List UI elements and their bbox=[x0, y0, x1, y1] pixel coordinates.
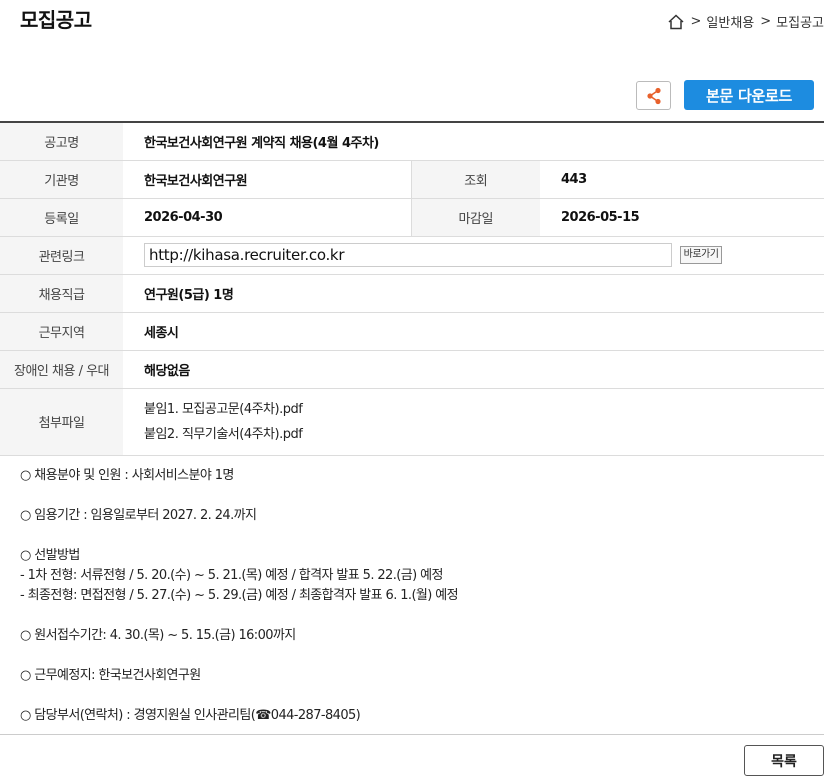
org-value: 한국보건사회연구원 bbox=[123, 160, 411, 199]
deadline-label: 마감일 bbox=[410, 198, 540, 237]
list-button[interactable]: 목록 bbox=[744, 745, 824, 776]
deadline-value: 2026-05-15 bbox=[540, 198, 824, 237]
disability-label: 장애인 채용 / 우대 bbox=[0, 350, 123, 389]
table-row: 등록일 2026-04-30 마감일 2026-05-15 bbox=[0, 198, 824, 237]
reg-date-value: 2026-04-30 bbox=[123, 198, 411, 237]
breadcrumb: > 일반채용 > 모집공고 bbox=[667, 12, 824, 31]
notice-body: ○ 채용분야 및 인원 : 사회서비스분야 1명 ○ 임용기간 : 임용일로부터… bbox=[20, 466, 459, 726]
body-line bbox=[20, 526, 458, 546]
body-line: - 최종전형: 면접전형 / 5. 27.(수) ~ 5. 29.(금) 예정 … bbox=[20, 588, 459, 603]
body-line bbox=[20, 486, 458, 506]
position-label: 채용직급 bbox=[0, 274, 123, 313]
title-label: 공고명 bbox=[0, 122, 123, 161]
body-line: ○ 원서접수기간: 4. 30.(목) ~ 5. 15.(금) 16:00까지 bbox=[20, 628, 296, 643]
disability-value: 해당없음 bbox=[123, 350, 824, 389]
breadcrumb-separator: > bbox=[760, 14, 772, 29]
share-button[interactable] bbox=[636, 81, 671, 110]
body-line: - 1차 전형: 서류전형 / 5. 20.(수) ~ 5. 21.(목) 예정… bbox=[20, 568, 443, 583]
reg-date-label: 등록일 bbox=[0, 198, 123, 237]
attachments-label: 첨부파일 bbox=[0, 388, 123, 456]
body-line bbox=[20, 646, 458, 666]
table-row: 관련링크 바로가기 bbox=[0, 236, 824, 275]
breadcrumb-item-general-recruit[interactable]: 일반채용 bbox=[706, 12, 754, 31]
views-label: 조회 bbox=[410, 160, 540, 199]
table-row: 기관명 한국보건사회연구원 조회 443 bbox=[0, 160, 824, 199]
body-line: ○ 근무예정지: 한국보건사회연구원 bbox=[20, 668, 201, 683]
region-value: 세종시 bbox=[123, 312, 824, 351]
body-line: ○ 선발방법 bbox=[20, 548, 80, 563]
divider bbox=[0, 734, 824, 735]
home-icon[interactable] bbox=[667, 13, 685, 31]
link-cell: 바로가기 bbox=[123, 236, 824, 275]
position-value: 연구원(5급) 1명 bbox=[123, 274, 824, 313]
breadcrumb-item-notice[interactable]: 모집공고 bbox=[776, 12, 824, 31]
region-label: 근무지역 bbox=[0, 312, 123, 351]
attachment-link[interactable]: 붙임1. 모집공고문(4주차).pdf bbox=[144, 397, 824, 422]
body-line: ○ 담당부서(연락처) : 경영지원실 인사관리팀(☎044-287-8405) bbox=[20, 708, 361, 723]
breadcrumb-separator: > bbox=[690, 14, 702, 29]
attachments-cell: 붙임1. 모집공고문(4주차).pdf 붙임2. 직무기술서(4주차).pdf bbox=[123, 388, 824, 456]
related-link-field[interactable] bbox=[144, 243, 672, 267]
table-row: 장애인 채용 / 우대 해당없음 bbox=[0, 350, 824, 389]
notice-info-table: 공고명 한국보건사회연구원 계약직 채용(4월 4주차) 기관명 한국보건사회연… bbox=[0, 121, 824, 456]
title-value: 한국보건사회연구원 계약직 채용(4월 4주차) bbox=[123, 122, 824, 161]
link-label: 관련링크 bbox=[0, 236, 123, 275]
table-row: 근무지역 세종시 bbox=[0, 312, 824, 351]
org-label: 기관명 bbox=[0, 160, 123, 199]
share-icon bbox=[646, 87, 661, 104]
body-line: ○ 채용분야 및 인원 : 사회서비스분야 1명 bbox=[20, 468, 234, 483]
body-line: ○ 임용기간 : 임용일로부터 2027. 2. 24.까지 bbox=[20, 508, 257, 523]
go-link-button[interactable]: 바로가기 bbox=[679, 246, 723, 264]
table-row: 채용직급 연구원(5급) 1명 bbox=[0, 274, 824, 313]
table-row: 공고명 한국보건사회연구원 계약직 채용(4월 4주차) bbox=[0, 122, 824, 161]
body-line bbox=[20, 606, 458, 626]
views-value: 443 bbox=[540, 160, 824, 199]
attachment-link[interactable]: 붙임2. 직무기술서(4주차).pdf bbox=[144, 422, 824, 447]
page-title: 모집공고 bbox=[20, 8, 92, 32]
body-line bbox=[20, 686, 458, 706]
download-body-button[interactable]: 본문 다운로드 bbox=[684, 80, 814, 110]
table-row: 첨부파일 붙임1. 모집공고문(4주차).pdf 붙임2. 직무기술서(4주차)… bbox=[0, 388, 824, 456]
